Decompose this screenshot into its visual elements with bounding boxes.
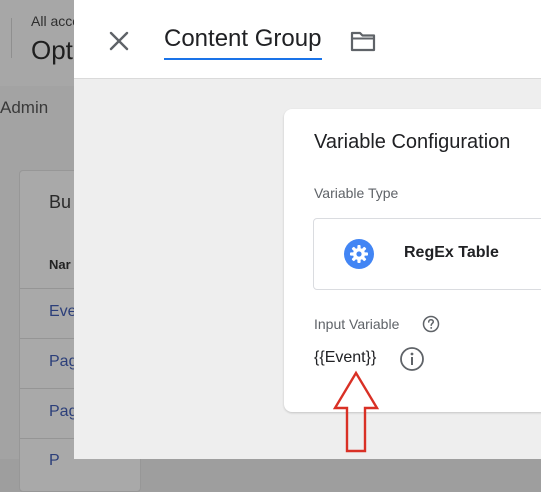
panel-header: Content Group bbox=[74, 0, 541, 79]
table-column-header[interactable]: Nar bbox=[49, 257, 71, 272]
table-row-link[interactable]: Eve bbox=[49, 303, 77, 321]
variable-type-label: Variable Type bbox=[314, 185, 399, 201]
help-circle-icon[interactable] bbox=[422, 315, 440, 333]
variable-configuration-card[interactable]: Variable Configuration Variable Type Reg… bbox=[284, 109, 541, 412]
card-title: Variable Configuration bbox=[314, 131, 511, 153]
close-icon bbox=[109, 31, 129, 51]
folder-button[interactable] bbox=[349, 27, 377, 55]
account-breadcrumb[interactable]: All acco bbox=[31, 13, 80, 29]
info-icon[interactable] bbox=[399, 346, 425, 372]
gear-icon bbox=[344, 239, 374, 269]
background-card-title: Bu bbox=[49, 192, 72, 212]
variable-type-name: RegEx Table bbox=[404, 244, 499, 261]
account-name[interactable]: Opt bbox=[31, 35, 73, 66]
input-variable-label: Input Variable bbox=[314, 316, 400, 332]
table-row-link[interactable]: P bbox=[49, 452, 60, 470]
input-variable-value[interactable]: {{Event}} bbox=[314, 349, 376, 367]
variable-type-selector[interactable]: RegEx Table bbox=[313, 218, 541, 290]
admin-tab[interactable]: Admin bbox=[0, 98, 48, 118]
header-divider bbox=[11, 18, 12, 58]
folder-icon bbox=[350, 31, 376, 52]
variable-editor-panel: Content Group Variable Configuration Var… bbox=[74, 0, 541, 459]
arrow-up-outline-icon bbox=[332, 370, 380, 453]
close-button[interactable] bbox=[104, 26, 134, 56]
variable-name-input[interactable]: Content Group bbox=[164, 24, 323, 60]
